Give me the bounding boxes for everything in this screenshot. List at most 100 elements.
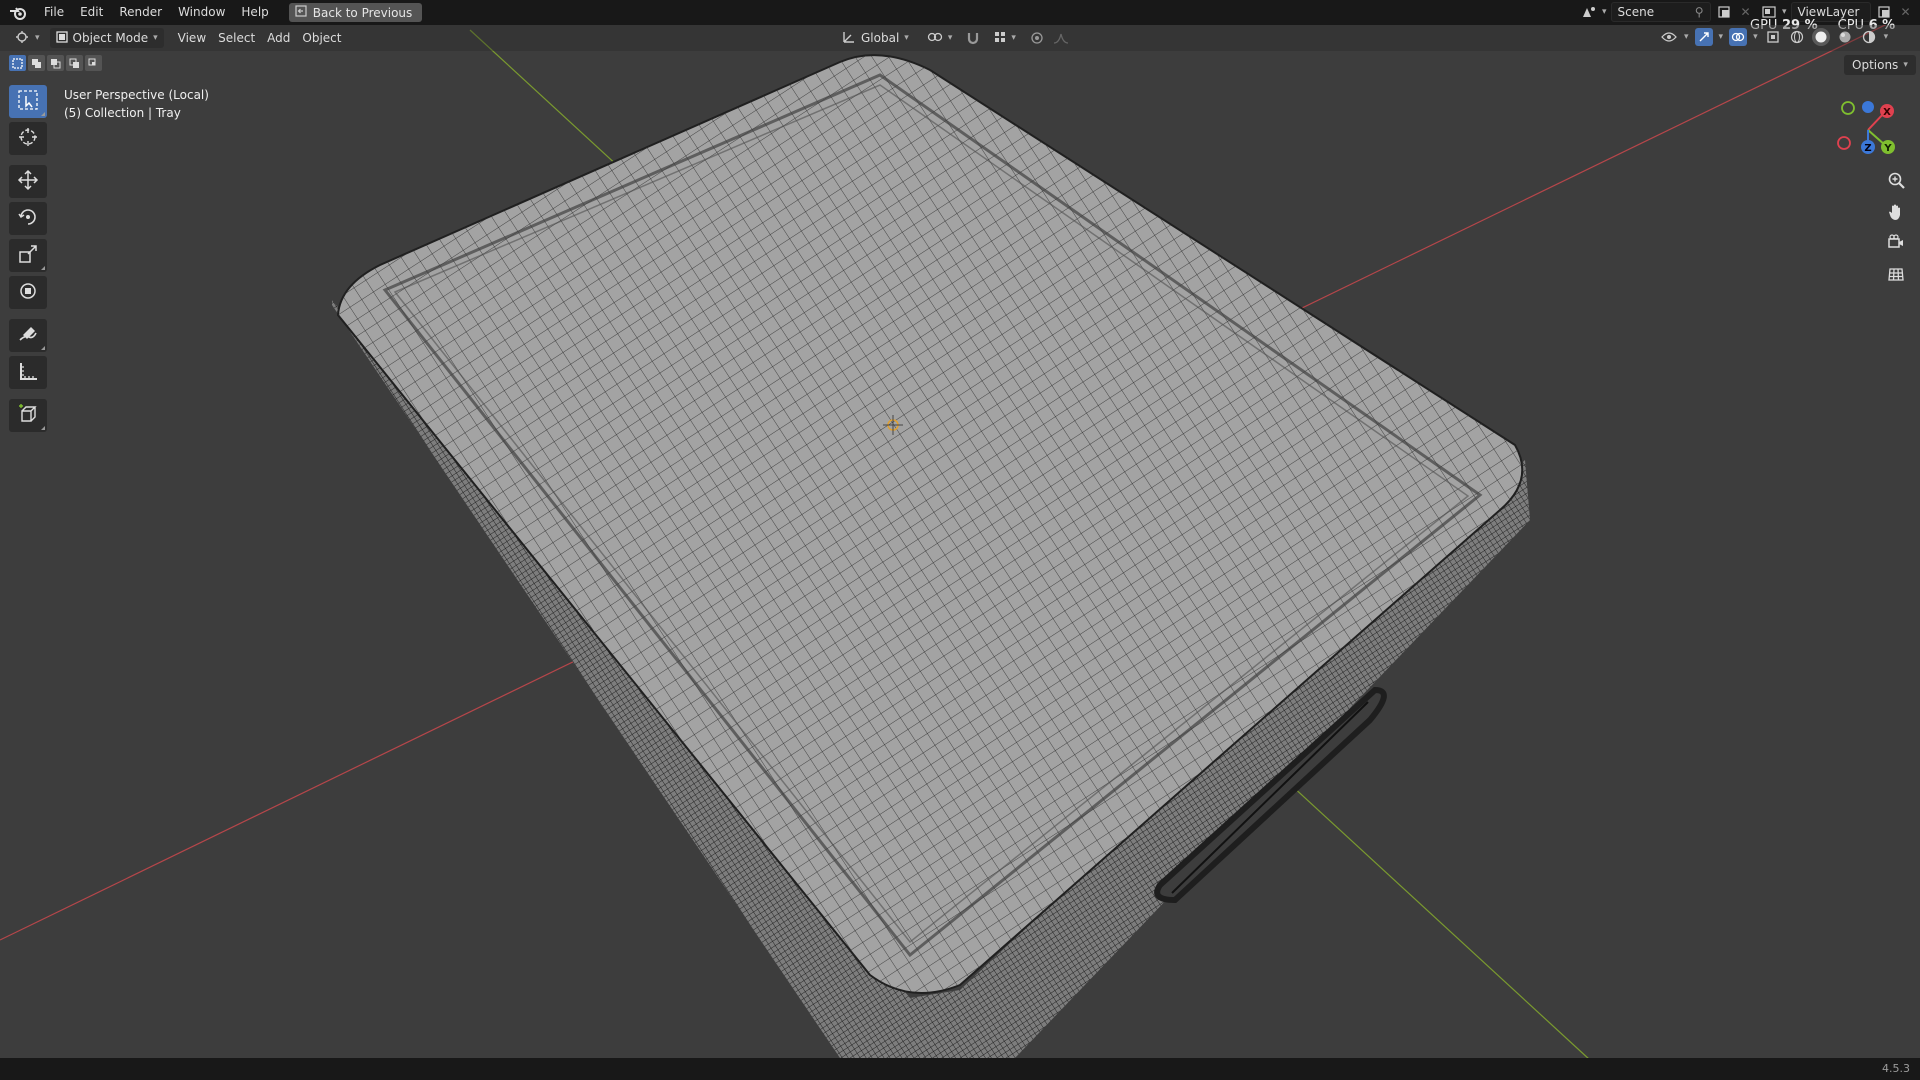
snap-magnet-icon[interactable]: [964, 29, 982, 47]
chevron-down-icon: ▾: [1753, 32, 1758, 42]
options-label: Options: [1852, 58, 1899, 72]
proportional-edit-icon[interactable]: [1028, 29, 1046, 47]
pivot-dropdown[interactable]: ▾: [921, 28, 959, 48]
close-icon[interactable]: ✕: [1897, 3, 1915, 21]
pivot-icon: [927, 30, 943, 47]
zoom-button[interactable]: [1882, 170, 1910, 194]
chevron-down-icon: ▾: [1602, 7, 1607, 17]
chevron-down-icon: ▾: [947, 33, 953, 43]
chevron-down-icon: ▾: [1684, 32, 1689, 42]
chevron-down-icon: ▾: [1782, 7, 1787, 17]
back-to-previous-label: Back to Previous: [312, 5, 413, 20]
navigation-gizmo[interactable]: X Z Y: [1830, 95, 1900, 165]
mode-dropdown[interactable]: Object Mode ▾: [49, 28, 164, 48]
select-invert-icon[interactable]: [66, 55, 83, 71]
select-extend-icon[interactable]: [28, 55, 45, 71]
pin-icon[interactable]: ⚲: [1695, 5, 1704, 19]
scale-tool[interactable]: [9, 239, 47, 272]
chevron-down-icon: ▾: [35, 33, 40, 43]
menu-add[interactable]: Add: [261, 28, 296, 48]
menu-render[interactable]: Render: [111, 0, 170, 25]
hand-icon: [1886, 202, 1906, 225]
material-shading-icon[interactable]: [1836, 28, 1854, 46]
rotate-icon: [17, 206, 39, 231]
falloff-curve-icon[interactable]: [1052, 29, 1070, 47]
visibility-eye-icon[interactable]: [1660, 28, 1678, 46]
status-bar: 4.5.3: [0, 1058, 1920, 1080]
menu-view[interactable]: View: [172, 28, 212, 48]
orientation-label: Global: [861, 31, 900, 45]
editor-type-dropdown[interactable]: ▾: [8, 28, 46, 48]
annotate-icon: [17, 323, 39, 348]
rendered-shading-icon[interactable]: [1860, 28, 1878, 46]
menu-edit[interactable]: Edit: [72, 0, 111, 25]
viewport-display-tools: ▾ ▾ ▾ ▾: [1660, 28, 1888, 46]
orientation-dropdown[interactable]: Global ▾: [836, 28, 915, 48]
move-tool[interactable]: [9, 165, 47, 198]
transform-icon: [17, 280, 39, 305]
add-cube-tool[interactable]: [9, 399, 47, 432]
annotate-tool[interactable]: [9, 319, 47, 352]
viewport-info: User Perspective (Local) (5) Collection …: [64, 86, 209, 122]
select-new-icon[interactable]: [9, 55, 26, 71]
viewport-editor-icon: [14, 30, 30, 47]
scale-icon: [17, 243, 39, 268]
collection-label: (5) Collection | Tray: [64, 106, 181, 120]
gizmo-neg-z[interactable]: [1862, 101, 1874, 113]
select-box-icon: [17, 89, 39, 114]
chevron-down-icon: ▾: [1011, 33, 1016, 43]
xray-toggle-icon[interactable]: [1764, 28, 1782, 46]
menu-window[interactable]: Window: [170, 0, 233, 25]
scene-selector[interactable]: ▾ Scene ⚲ ✕: [1580, 2, 1755, 22]
orientation-icon: [842, 30, 856, 47]
grid-icon: [1886, 264, 1906, 287]
selection-mode-group: [9, 55, 102, 71]
back-to-previous-button[interactable]: Back to Previous: [288, 3, 423, 22]
object-mode-icon: [55, 30, 68, 46]
menu-file[interactable]: File: [36, 0, 72, 25]
version-label: 4.5.3: [1882, 1062, 1910, 1075]
select-box-tool[interactable]: [9, 85, 47, 118]
wireframe-shading-icon[interactable]: [1788, 28, 1806, 46]
camera-view-button[interactable]: [1882, 232, 1910, 256]
back-icon: [295, 5, 307, 20]
measure-icon: [17, 360, 39, 385]
ortho-toggle-button[interactable]: [1882, 263, 1910, 287]
mode-label: Object Mode: [72, 31, 149, 45]
chevron-down-icon: ▾: [1903, 60, 1908, 70]
tool-shelf: [9, 85, 47, 432]
chevron-down-icon: ▾: [904, 33, 909, 43]
menu-help[interactable]: Help: [233, 0, 276, 25]
rotate-tool[interactable]: [9, 202, 47, 235]
snap-target-dropdown[interactable]: ▾: [988, 28, 1022, 48]
transform-tool[interactable]: [9, 276, 47, 309]
gizmo-x-label: X: [1883, 107, 1891, 118]
scene-name-field[interactable]: Scene ⚲: [1610, 2, 1711, 22]
camera-icon: [1886, 233, 1906, 256]
options-dropdown[interactable]: Options ▾: [1844, 55, 1916, 75]
measure-tool[interactable]: [9, 356, 47, 389]
blender-logo-icon[interactable]: [0, 0, 36, 25]
solid-shading-icon[interactable]: [1811, 28, 1830, 46]
menu-object[interactable]: Object: [296, 28, 347, 48]
gizmo-neg-x[interactable]: [1837, 136, 1851, 150]
gizmo-neg-y[interactable]: [1841, 101, 1855, 115]
chevron-down-icon: ▾: [1883, 32, 1889, 42]
cursor-tool[interactable]: [9, 122, 47, 155]
select-intersect-icon[interactable]: [85, 55, 102, 71]
chevron-down-icon: ▾: [153, 33, 158, 43]
menu-select[interactable]: Select: [212, 28, 261, 48]
pan-button[interactable]: [1882, 201, 1910, 225]
select-subtract-icon[interactable]: [47, 55, 64, 71]
move-icon: [17, 169, 39, 194]
tray-mesh[interactable]: [332, 54, 1530, 1058]
navigation-buttons: [1882, 170, 1910, 287]
new-scene-icon[interactable]: [1715, 3, 1733, 21]
scene-name: Scene: [1617, 5, 1655, 19]
gizmo-y-label: Y: [1883, 143, 1892, 154]
viewport-canvas[interactable]: [0, 0, 1920, 1080]
transform-tools: Global ▾ ▾ ▾: [836, 28, 1070, 48]
view-layer-name: ViewLayer: [1797, 5, 1860, 19]
overlays-toggle-icon[interactable]: [1729, 28, 1748, 46]
gizmo-toggle-icon[interactable]: [1694, 28, 1713, 46]
